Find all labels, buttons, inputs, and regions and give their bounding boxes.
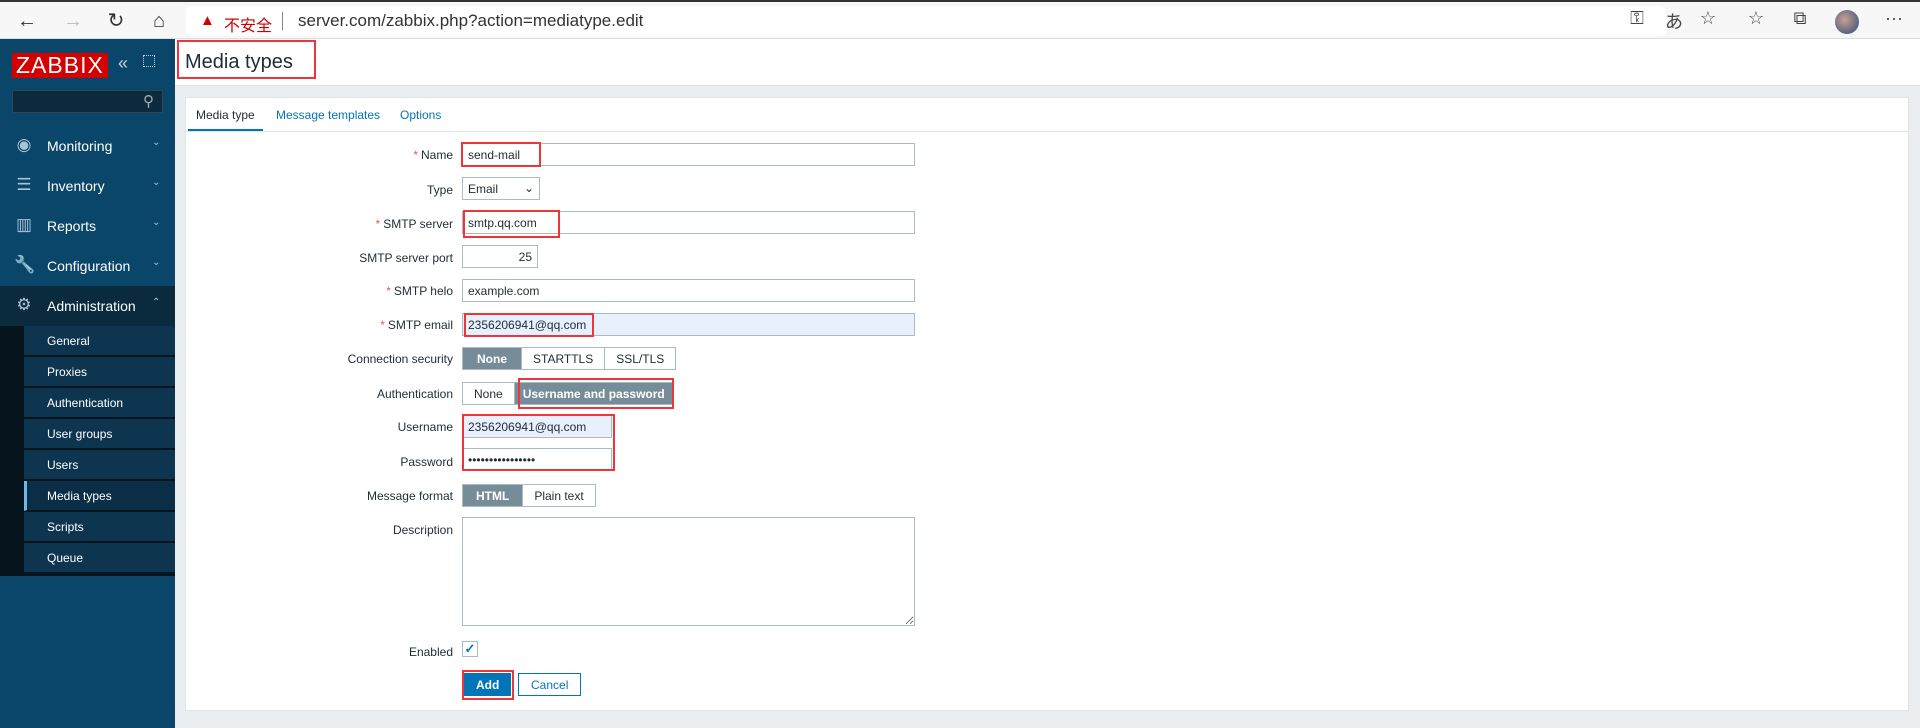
- highlight-box: [464, 313, 594, 337]
- menu-administration[interactable]: ⚙ Administration ⌃: [0, 286, 175, 326]
- wrench-icon: 🔧: [14, 255, 36, 274]
- administration-submenu: General Proxies Authentication User grou…: [0, 326, 175, 576]
- profile-avatar[interactable]: [1835, 10, 1859, 34]
- translate-icon[interactable]: あ: [1660, 8, 1688, 34]
- search-icon[interactable]: ⚲: [143, 92, 154, 110]
- connection-security-none[interactable]: None: [463, 348, 522, 369]
- security-label: 不安全: [224, 18, 273, 35]
- smtp-port-label: SMTP server port: [359, 251, 453, 265]
- tab-message-templates[interactable]: Message templates: [268, 106, 388, 132]
- zabbix-logo[interactable]: ZABBIX: [12, 53, 108, 78]
- kiosk-mode-icon[interactable]: [143, 55, 155, 67]
- chevron-down-icon: ⌄: [152, 137, 161, 148]
- key-icon[interactable]: ⚿: [1623, 8, 1651, 29]
- list-icon: ☰: [16, 175, 32, 194]
- forward-icon[interactable]: →: [58, 6, 88, 36]
- menu-label: Monitoring: [47, 138, 113, 154]
- highlight-box: [461, 142, 541, 167]
- address-bar[interactable]: ▲ 不安全 server.com/zabbix.php?action=media…: [186, 6, 1666, 36]
- highlight-box: [462, 670, 514, 700]
- message-format-plain-text[interactable]: Plain text: [523, 485, 595, 506]
- submenu-queue[interactable]: Queue: [24, 543, 175, 573]
- tab-media-type[interactable]: Media type: [188, 106, 263, 132]
- message-format-label: Message format: [366, 489, 453, 503]
- highlight-box: [463, 210, 560, 238]
- menu-configuration[interactable]: 🔧 Configuration ⌄: [0, 246, 175, 286]
- back-icon[interactable]: ←: [12, 6, 42, 36]
- menu-label: Configuration: [47, 258, 131, 274]
- highlight-box: [177, 40, 316, 79]
- chevron-down-icon: ⌄: [523, 181, 534, 195]
- type-select[interactable]: Email ⌄: [462, 177, 540, 200]
- favorites-icon[interactable]: ☆: [1742, 8, 1770, 29]
- menu-label: Inventory: [47, 178, 105, 194]
- favorite-add-icon[interactable]: ☆: [1694, 8, 1722, 29]
- username-label: Username: [397, 420, 453, 434]
- description-textarea[interactable]: [462, 517, 915, 626]
- authentication-none[interactable]: None: [463, 383, 515, 404]
- smtp-port-input[interactable]: [462, 245, 538, 268]
- cancel-button[interactable]: Cancel: [518, 673, 582, 696]
- refresh-icon[interactable]: ↻: [101, 6, 131, 36]
- smtp-email-label: * SMTP email: [380, 318, 453, 332]
- chart-icon: ▥: [15, 215, 33, 234]
- name-label: * Name: [413, 148, 453, 162]
- description-label: Description: [392, 523, 453, 537]
- url-text[interactable]: server.com/zabbix.php?action=mediatype.e…: [298, 11, 643, 31]
- highlight-box: [518, 378, 674, 409]
- menu-monitoring[interactable]: ◉ Monitoring ⌄: [0, 126, 175, 166]
- menu-label: Reports: [47, 218, 97, 234]
- menu-label: Administration: [47, 298, 136, 314]
- highlight-box: [462, 414, 615, 471]
- menu-reports[interactable]: ▥ Reports ⌄: [0, 206, 175, 246]
- password-label: Password: [400, 455, 453, 469]
- connection-security-starttls[interactable]: STARTTLS: [522, 348, 606, 369]
- smtp-server-label: * SMTP server: [375, 217, 453, 231]
- enabled-label: Enabled: [408, 645, 453, 659]
- more-icon[interactable]: ···: [1880, 8, 1908, 29]
- tab-options[interactable]: Options: [392, 106, 449, 132]
- smtp-helo-input[interactable]: [462, 279, 915, 302]
- gear-icon: ⚙: [16, 295, 32, 314]
- type-label: Type: [426, 183, 453, 197]
- message-format-html[interactable]: HTML: [463, 485, 524, 506]
- authentication-label: Authentication: [376, 387, 453, 401]
- chevron-up-icon: ⌃: [152, 297, 161, 308]
- divider: [282, 12, 283, 30]
- warning-icon: ▲: [200, 12, 215, 29]
- divider: [186, 131, 1908, 132]
- menu-inventory[interactable]: ☰ Inventory ⌄: [0, 166, 175, 206]
- collapse-icon[interactable]: «: [118, 53, 128, 74]
- message-format-toggle: HTML Plain text: [462, 484, 596, 507]
- smtp-helo-label: * SMTP helo: [386, 284, 453, 298]
- collections-icon[interactable]: ⧉: [1786, 8, 1814, 29]
- browser-toolbar: ← → ↻ ⌂ ▲ 不安全 server.com/zabbix.php?acti…: [0, 0, 1920, 39]
- page-header: Media types: [175, 39, 1920, 86]
- home-icon[interactable]: ⌂: [144, 6, 174, 36]
- eye-icon: ◉: [16, 135, 32, 154]
- connection-security-ssltls[interactable]: SSL/TLS: [605, 348, 676, 369]
- connection-security-toggle: None STARTTLS SSL/TLS: [462, 347, 677, 370]
- enabled-checkbox[interactable]: ✓: [462, 641, 478, 657]
- search-input[interactable]: ⚲: [12, 90, 163, 113]
- connection-security-label: Connection security: [347, 352, 453, 366]
